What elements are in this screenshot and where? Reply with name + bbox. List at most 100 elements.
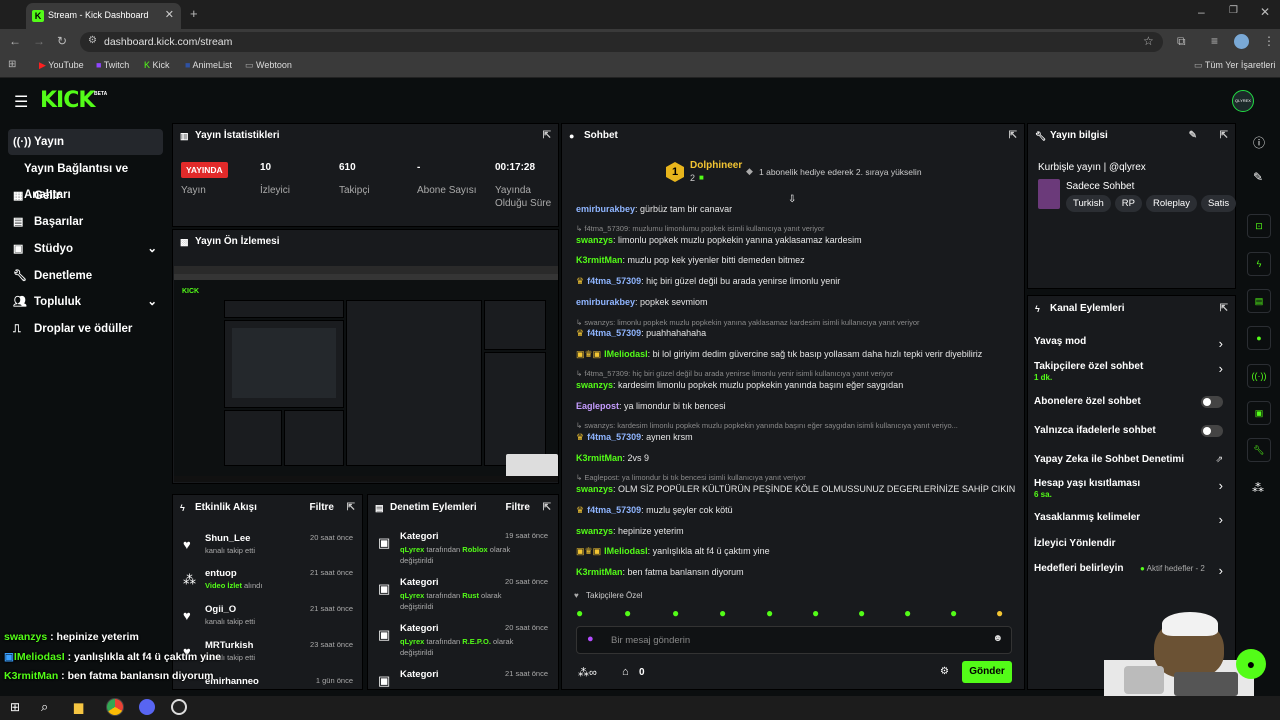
site-info-icon[interactable]: ⚙ <box>88 35 97 46</box>
toggle-switch[interactable] <box>1201 396 1223 408</box>
chat-username[interactable]: f4tma_57309 <box>587 505 641 515</box>
obs-icon[interactable] <box>171 699 187 715</box>
chrome-icon[interactable] <box>106 698 124 716</box>
chat-username[interactable]: f4tma_57309 <box>587 432 641 442</box>
chat-username[interactable]: f4tma_57309 <box>587 328 641 338</box>
emote-icon[interactable]: ● <box>624 606 631 620</box>
sidebar-item-yayin[interactable]: ((·)) Yayın <box>8 129 163 155</box>
browser-tab[interactable]: K Stream - Kick Dashboard ✕ <box>26 3 181 29</box>
send-button[interactable]: Gönder <box>962 661 1012 683</box>
emote-icon[interactable]: ● <box>766 606 773 620</box>
emote-icon[interactable]: ● <box>996 606 1003 620</box>
close-tab-icon[interactable]: ✕ <box>165 8 174 21</box>
extensions-icon[interactable]: ⧉ <box>1177 34 1186 49</box>
close-window-icon[interactable]: ✕ <box>1260 5 1270 19</box>
bookmark-star-icon[interactable]: ☆ <box>1143 34 1154 48</box>
emote-icon[interactable]: ● <box>672 606 679 620</box>
channel-points-icon[interactable]: ⁂∞ <box>578 666 597 679</box>
search-icon[interactable]: ⌕ <box>41 699 48 715</box>
sidebar-item-denetleme[interactable]: 🔧︎ Denetleme <box>8 263 163 289</box>
bookmark-twitch[interactable]: ■ Twitch <box>96 60 129 70</box>
action-banned-words[interactable]: Yasaklanmış kelimeler › <box>1028 512 1235 530</box>
rail-document-icon[interactable]: ▤ <box>1247 289 1271 313</box>
action-subscribers-only[interactable]: Abonelere özel sohbet <box>1028 396 1235 412</box>
rail-capture-icon[interactable]: ⊡ <box>1247 214 1271 238</box>
all-bookmarks[interactable]: ▭ Tüm Yer İşaretleri <box>1194 60 1275 71</box>
rail-lightning-icon[interactable]: ϟ <box>1247 252 1271 276</box>
sidebar-item-basarilar[interactable]: ▤ Başarılar <box>8 209 163 235</box>
bookmark-youtube[interactable]: ▶ YouTube <box>39 60 84 71</box>
chat-username[interactable]: swanzys <box>576 235 613 245</box>
chat-username[interactable]: K3rmitMan <box>576 255 623 265</box>
info-icon[interactable]: ⓘ <box>1253 134 1265 151</box>
tag-chip[interactable]: Turkish <box>1066 195 1111 212</box>
chat-username[interactable]: Eaglepost <box>576 401 619 411</box>
discord-icon[interactable] <box>139 699 155 715</box>
preview-video[interactable]: KICK <box>174 266 558 482</box>
hamburger-menu-icon[interactable]: ☰ <box>14 92 28 112</box>
action-ai-moderation[interactable]: Yapay Zeka ile Sohbet Denetimi ⇗ <box>1028 454 1235 470</box>
chat-username[interactable]: emirburakbey <box>576 297 635 307</box>
emoji-icon[interactable]: ☻ <box>992 633 1003 644</box>
emote-icon[interactable]: ● <box>858 606 865 620</box>
tag-chip[interactable]: Roleplay <box>1146 195 1197 212</box>
chat-username[interactable]: swanzys <box>576 526 613 536</box>
media-icon[interactable]: ≡ <box>1211 34 1218 48</box>
bookmark-webtoon[interactable]: ▭ Webtoon <box>245 60 292 71</box>
chat-username[interactable]: IMeliodasI <box>604 546 648 556</box>
chat-username[interactable]: K3rmitMan <box>576 453 623 463</box>
microphone-icon[interactable]: ● <box>587 633 594 645</box>
chat-input[interactable]: ● Bir mesaj gönderin ☻ <box>576 626 1012 654</box>
action-slow-mode[interactable]: Yavaş mod › <box>1028 336 1235 356</box>
back-icon[interactable]: ← <box>9 34 21 48</box>
popout-icon[interactable]: ⇱ <box>1009 124 1017 148</box>
emote-icon[interactable]: ● <box>719 606 726 620</box>
file-explorer-icon[interactable]: ▆ <box>74 700 83 714</box>
toggle-switch[interactable] <box>1201 425 1223 437</box>
action-followers-only[interactable]: Takipçilere özel sohbet 1 dk. › <box>1028 361 1235 385</box>
reload-icon[interactable]: ↻ <box>57 34 67 48</box>
bookmark-kick[interactable]: K Kick <box>144 60 170 70</box>
url-input[interactable]: dashboard.kick.com/stream <box>80 32 1163 52</box>
chat-username[interactable]: swanzys <box>576 380 613 390</box>
sidebar-item-topluluk[interactable]: 👥︎ Topluluk ⌄ <box>8 289 163 315</box>
action-raid[interactable]: İzleyici Yönlendir <box>1028 538 1235 554</box>
sidebar-item-stream-key[interactable]: Yayın Bağlantısı ve Anahtarı <box>8 156 163 201</box>
chat-username[interactable]: swanzys <box>576 484 613 494</box>
profile-avatar[interactable] <box>1234 34 1249 49</box>
user-avatar[interactable]: QLYREX <box>1232 90 1254 112</box>
new-tab-icon[interactable]: + <box>190 6 198 21</box>
rail-broadcast-icon[interactable]: ((·)) <box>1247 364 1271 388</box>
rail-wrench-icon[interactable]: 🔧︎ <box>1247 438 1271 462</box>
sidebar-item-droplar[interactable]: ⎍ Droplar ve ödüller <box>8 316 163 342</box>
edit-icon[interactable]: ✎ <box>1253 170 1263 184</box>
minimize-icon[interactable]: – <box>1198 5 1205 19</box>
chat-bubble-icon[interactable]: ● <box>1236 649 1266 679</box>
sidebar-item-studyo[interactable]: ▣ Stüdyo ⌄ <box>8 236 163 262</box>
apps-icon[interactable]: ⊞ <box>8 59 16 70</box>
forward-icon[interactable]: → <box>33 34 45 48</box>
emote-icon[interactable]: ● <box>576 606 583 620</box>
emote-icon[interactable]: ● <box>812 606 819 620</box>
menu-icon[interactable]: ⋮ <box>1263 34 1275 48</box>
chat-username[interactable]: emirburakbey <box>576 204 635 214</box>
chat-username[interactable]: IMeliodasI <box>604 349 648 359</box>
bookmark-animelist[interactable]: ■ AnimeList <box>185 60 232 70</box>
popout-icon[interactable]: ⇱ <box>1220 296 1228 322</box>
restore-icon[interactable]: ❐ <box>1229 5 1238 16</box>
popout-icon[interactable]: ⇱ <box>1220 124 1228 148</box>
filter-button[interactable]: Filtre <box>310 495 334 521</box>
filter-button[interactable]: Filtre <box>506 495 530 521</box>
popout-icon[interactable]: ⇱ <box>347 495 355 521</box>
action-goals[interactable]: Hedefleri belirleyin ● Aktif hedefler - 2… <box>1028 563 1235 581</box>
chat-username[interactable]: K3rmitMan <box>576 567 623 577</box>
kick-logo[interactable]: KICK <box>40 88 95 113</box>
rail-moderation-icon[interactable]: ▣ <box>1247 401 1271 425</box>
action-account-age[interactable]: Hesap yaşı kısıtlaması 6 sa. › <box>1028 478 1235 502</box>
chat-settings-icon[interactable]: ⚙ <box>940 666 949 677</box>
tag-chip[interactable]: Satis <box>1200 195 1236 212</box>
popout-icon[interactable]: ⇱ <box>543 495 551 521</box>
store-icon[interactable]: ⌂ <box>622 666 629 678</box>
rail-chat-icon[interactable]: ● <box>1247 326 1271 350</box>
rail-points-icon[interactable]: ⁂ <box>1252 481 1264 495</box>
